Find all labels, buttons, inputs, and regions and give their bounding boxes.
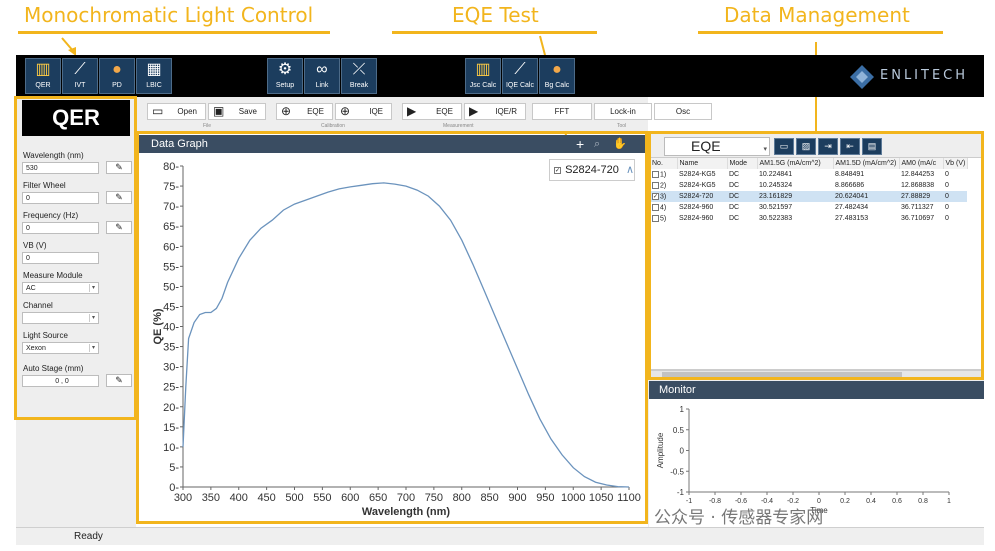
- osc-button[interactable]: Osc: [654, 103, 712, 120]
- link-button[interactable]: ∞ Link: [304, 58, 340, 94]
- monitor-x-tick-label: 1: [947, 498, 951, 505]
- jsc-icon: ▥: [475, 61, 491, 78]
- calibration-iqe-button[interactable]: ⊕ IQE: [335, 103, 392, 120]
- folder-icon: ▭: [152, 104, 164, 118]
- pd-icon: ●: [112, 61, 122, 78]
- lbic-button[interactable]: ▦ LBIC: [136, 58, 172, 94]
- ivt-button[interactable]: ⟋ IVT: [62, 58, 98, 94]
- status-bar: Ready: [16, 527, 984, 545]
- bg-calc-button[interactable]: ● Bg Calc: [539, 58, 575, 94]
- status-text: Ready: [74, 531, 103, 542]
- grid-icon: ▦: [146, 61, 162, 78]
- calibration-eqe-button[interactable]: ⊕ EQE: [276, 103, 333, 120]
- iqe-calc-button[interactable]: ⟋ IQE Calc: [502, 58, 538, 94]
- highlight-left-panel: [14, 96, 137, 420]
- jsc-calc-button[interactable]: ▥ Jsc Calc: [465, 58, 501, 94]
- fft-button[interactable]: FFT: [532, 103, 592, 120]
- watermark: 公众号 · 传感器专家网: [654, 508, 824, 528]
- chart-line-icon: ⟋: [514, 61, 526, 78]
- highlight-data-management: [648, 131, 984, 380]
- play-icon: ▶: [469, 104, 479, 118]
- monitor-header: Monitor: [649, 381, 984, 399]
- pd-button[interactable]: ● PD: [99, 58, 135, 94]
- ribbon-group-measurement: Measurement: [443, 123, 474, 129]
- crosshair-icon: ⊕: [340, 104, 351, 118]
- lockin-button[interactable]: Lock-in: [594, 103, 652, 120]
- monitor-x-tick-label: 0.2: [840, 498, 850, 505]
- ribbon-group-tool: Tool: [617, 123, 627, 129]
- ribbon-group-file: File: [203, 123, 212, 129]
- monitor-y-label: Amplitude: [656, 432, 665, 468]
- ribbon-group-calibration: Calibration: [321, 123, 345, 129]
- monitor-y-tick-label: 0: [680, 447, 685, 456]
- break-link-icon: ⤫: [352, 61, 366, 78]
- crosshair-icon: ⊕: [281, 104, 292, 118]
- setup-button[interactable]: ⚙ Setup: [267, 58, 303, 94]
- link-icon: ∞: [316, 61, 328, 78]
- monitor-x-tick-label: 0.4: [866, 498, 876, 505]
- qer-button[interactable]: ▥ QER: [25, 58, 61, 94]
- highlight-data-graph: [136, 131, 648, 524]
- logo-text: ENLITECH: [880, 68, 969, 83]
- break-button[interactable]: ⤫ Break: [341, 58, 377, 94]
- save-icon: ▣: [213, 104, 225, 118]
- sliders-icon: ⚙: [277, 61, 293, 78]
- measure-eqe-button[interactable]: ▶ EQE: [402, 103, 462, 120]
- chart-line-icon: ⟋: [74, 61, 86, 78]
- monitor-y-tick-label: 0.5: [673, 426, 685, 435]
- bg-icon: ●: [552, 61, 562, 78]
- qer-icon: ▥: [35, 61, 51, 78]
- monitor-y-tick-label: -1: [677, 488, 685, 497]
- monitor-y-tick-label: -0.5: [670, 467, 684, 476]
- monitor-y-tick-label: 1: [680, 405, 685, 414]
- monitor-x-tick-label: 0.8: [918, 498, 928, 505]
- monitor-x-tick-label: 0.6: [892, 498, 902, 505]
- open-button[interactable]: ▭ Open: [147, 103, 206, 120]
- save-button[interactable]: ▣ Save: [208, 103, 266, 120]
- measure-iqer-button[interactable]: ▶ IQE/R: [464, 103, 526, 120]
- play-icon: ▶: [407, 104, 417, 118]
